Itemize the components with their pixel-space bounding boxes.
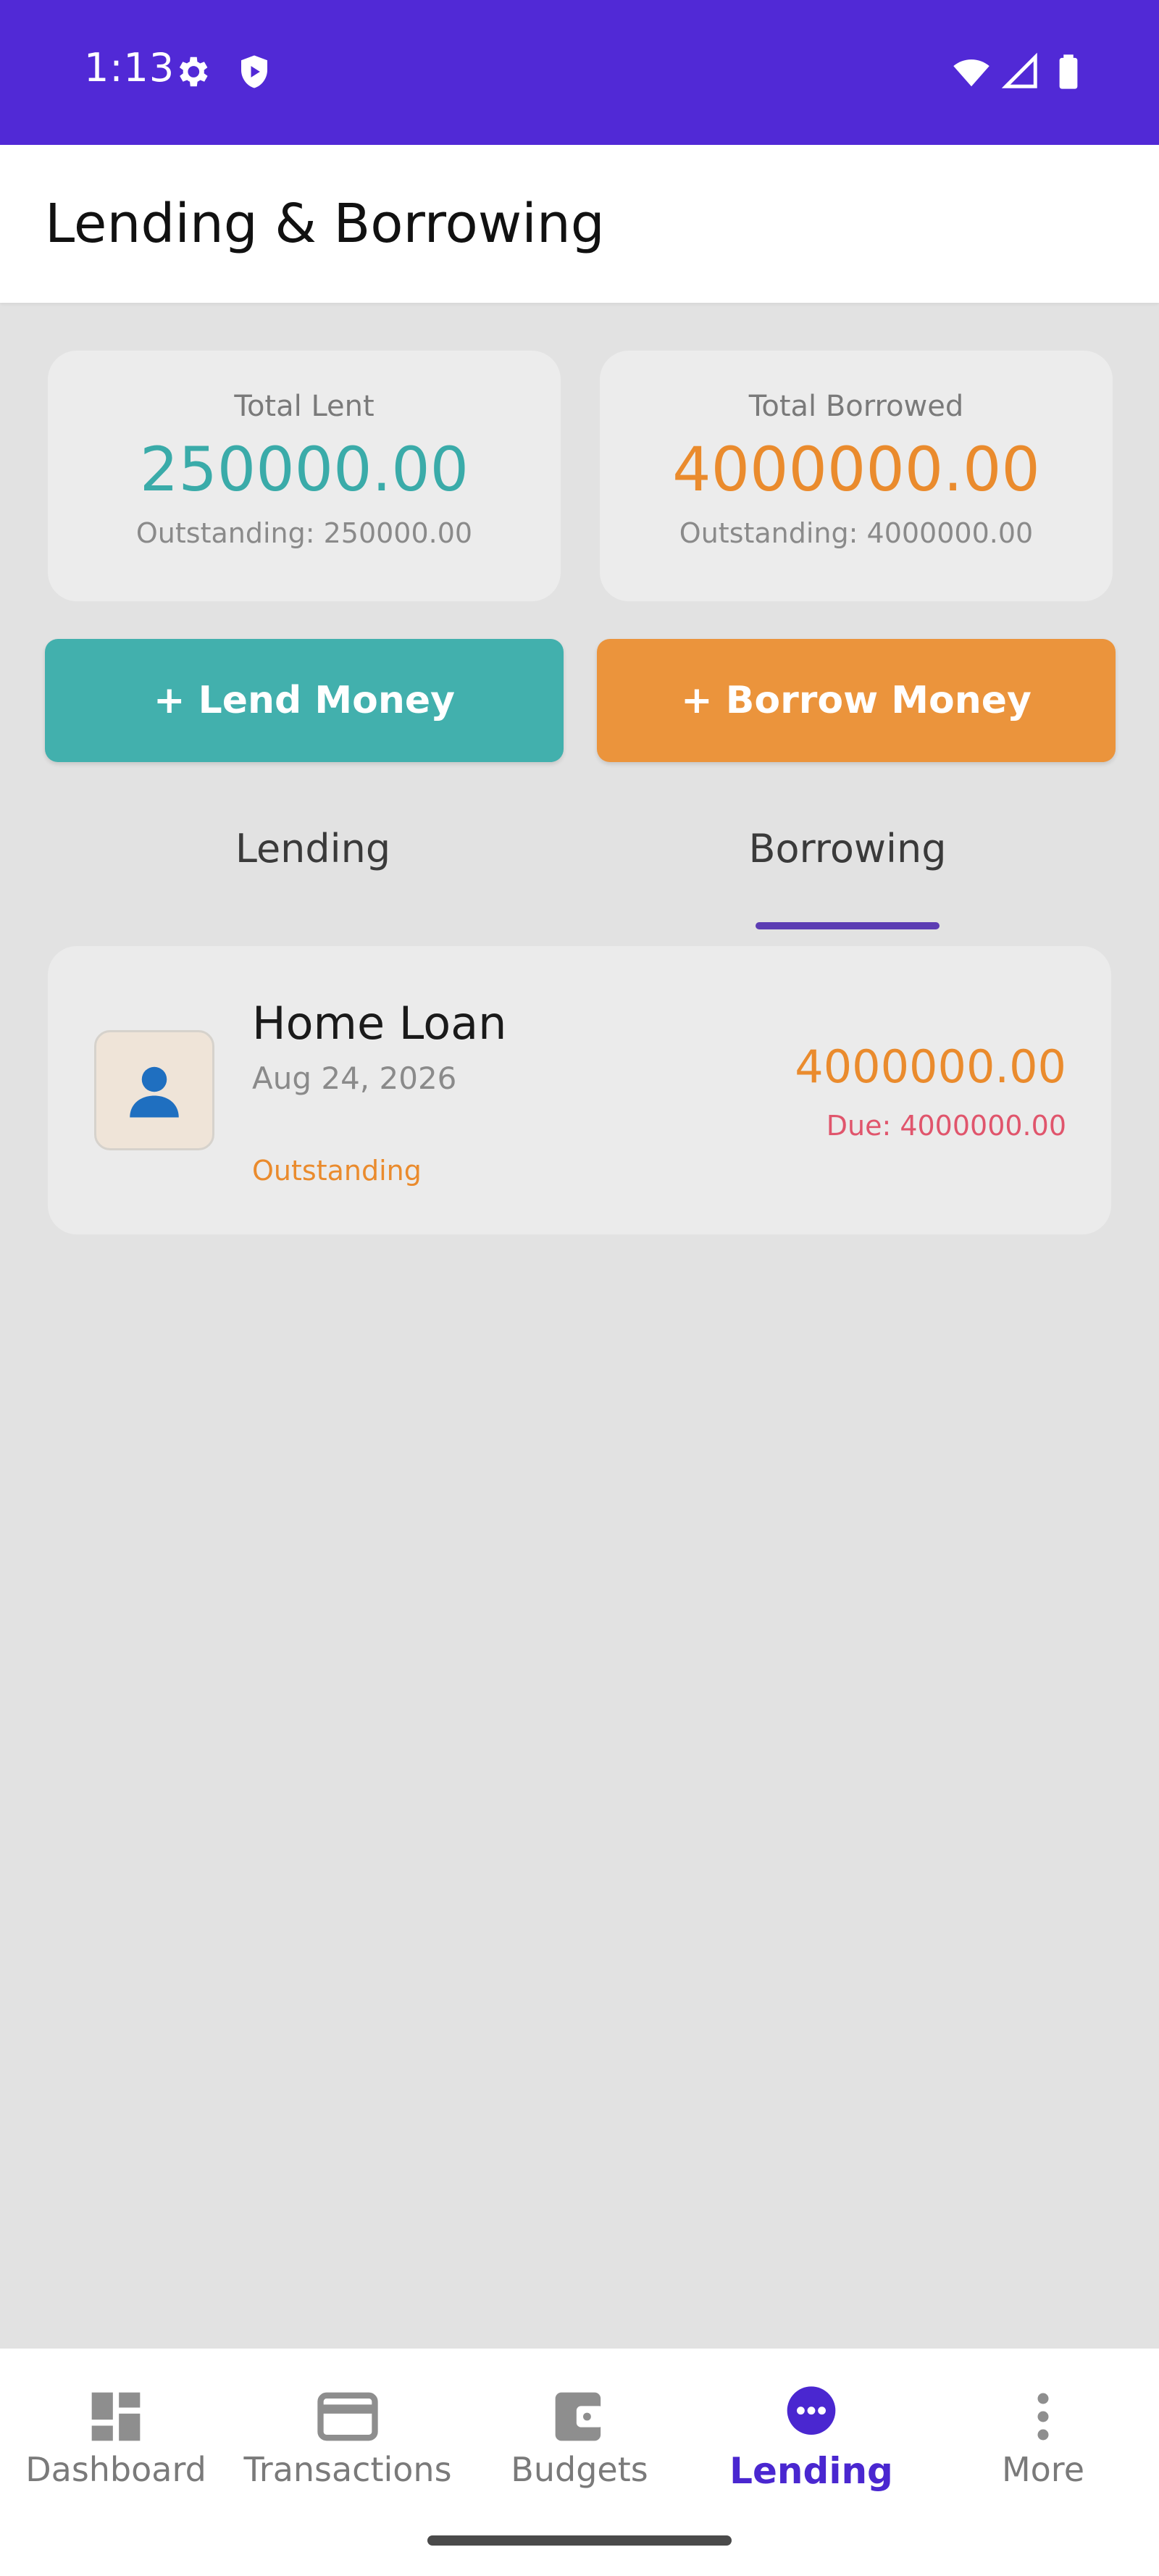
total-lent-amount: 250000.00 [139,434,469,505]
more-horizontal-circle-icon [787,2386,836,2435]
nav-label: Budgets [511,2450,648,2489]
shield-play-icon [241,55,267,88]
nav-label: More [1001,2450,1085,2489]
total-borrowed-label: Total Borrowed [748,390,964,423]
tab-borrowing[interactable]: Borrowing [580,826,1116,871]
settings-icon [179,57,208,87]
nav-label: Lending [729,2450,893,2492]
loan-due: Due: 4000000.00 [826,1110,1066,1142]
total-lent-card: Total Lent 250000.00 Outstanding: 250000… [48,351,561,601]
wallet-icon [555,2392,604,2441]
credit-card-icon [317,2392,378,2441]
more-vertical-icon [1037,2393,1049,2441]
battery-icon [1059,54,1078,89]
lend-money-button[interactable]: + Lend Money [45,639,564,762]
tab-lending[interactable]: Lending [45,826,581,871]
borrow-money-button[interactable]: + Borrow Money [597,639,1116,762]
total-borrowed-amount: 4000000.00 [672,434,1040,505]
avatar [94,1030,214,1150]
list-item[interactable]: Home Loan Aug 24, 2026 Outstanding 40000… [48,946,1111,1234]
cellular-signal-icon [1001,52,1037,88]
lent-outstanding: Outstanding: 250000.00 [135,517,473,549]
nav-lending[interactable]: Lending [695,2349,927,2508]
tab-selected-indicator [756,922,940,929]
nav-label: Dashboard [25,2450,206,2489]
loan-date: Aug 24, 2026 [252,1061,457,1096]
nav-label: Transactions [243,2450,452,2489]
nav-budgets[interactable]: Budgets [464,2349,695,2508]
home-indicator[interactable] [427,2535,732,2546]
loan-status: Outstanding [252,1155,422,1187]
borrowed-outstanding: Outstanding: 4000000.00 [679,517,1034,549]
status-time: 1:13 [84,45,175,91]
nav-dashboard[interactable]: Dashboard [0,2349,232,2508]
app-bar: Lending & Borrowing [0,145,1159,303]
loan-amount: 4000000.00 [795,1040,1066,1093]
wifi-icon [953,59,989,87]
total-lent-label: Total Lent [234,390,375,423]
total-borrowed-card: Total Borrowed 4000000.00 Outstanding: 4… [600,351,1113,601]
page-title: Lending & Borrowing [45,193,605,255]
dashboard-icon [91,2392,141,2441]
person-icon [130,1066,179,1118]
nav-more[interactable]: More [927,2349,1159,2508]
nav-transactions[interactable]: Transactions [232,2349,464,2508]
status-bar: 1:13 [0,0,1159,145]
loan-name: Home Loan [252,997,507,1050]
